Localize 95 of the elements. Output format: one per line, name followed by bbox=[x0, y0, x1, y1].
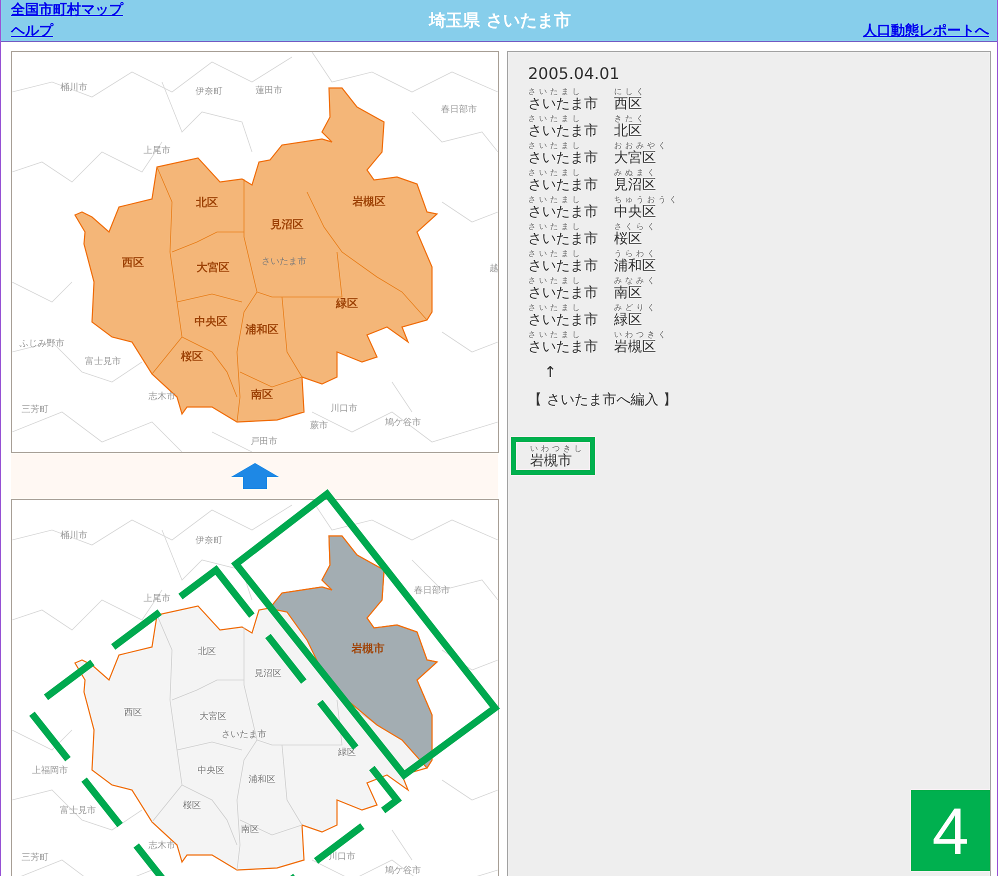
arrow-text: ↑ bbox=[544, 363, 557, 381]
reading-text: にしく bbox=[614, 87, 647, 97]
map-label: 鳩ケ谷市 bbox=[384, 418, 420, 428]
map-label: 蕨市 bbox=[310, 421, 328, 431]
map-label: 北区 bbox=[196, 196, 218, 209]
ward-name: 南区 bbox=[614, 286, 642, 301]
map-label: 浦和区 bbox=[248, 775, 275, 785]
city-name: さいたま市 bbox=[528, 124, 598, 139]
ward-name: 大宮区 bbox=[614, 151, 656, 166]
city-name: さいたま市 bbox=[528, 232, 598, 247]
map-label: 三芳町 bbox=[21, 853, 48, 863]
reading-text: さいたまし bbox=[528, 303, 583, 313]
map-label: 中央区 bbox=[197, 766, 224, 776]
map-label: 桶川市 bbox=[60, 83, 87, 93]
map-label: 見沼区 bbox=[254, 669, 281, 679]
nav-link[interactable]: 全国市町村マップ bbox=[11, 1, 123, 19]
reading-text: いわつきく bbox=[614, 330, 669, 340]
city-name: さいたま市 bbox=[528, 259, 598, 274]
map-label: 中央区 bbox=[194, 315, 227, 328]
map-label: 岩槻区 bbox=[352, 195, 385, 208]
reading-text: さいたまし bbox=[528, 249, 583, 259]
map-label: 戸田市 bbox=[250, 437, 277, 447]
map-label: 上尾市 bbox=[143, 146, 170, 156]
map-label: 大宮区 bbox=[196, 261, 229, 274]
merge-note: 【 さいたま市へ編入 】 bbox=[528, 391, 677, 409]
reading-text: おおみやく bbox=[614, 141, 669, 150]
reading-text: さくらく bbox=[614, 222, 658, 232]
city-name: さいたま市 bbox=[528, 151, 598, 166]
map-label: 桜区 bbox=[182, 801, 200, 811]
ward-name: 浦和区 bbox=[614, 259, 656, 274]
map-label: 大宮区 bbox=[199, 712, 226, 722]
map-label: 桜区 bbox=[180, 350, 202, 363]
map-label: 蓮田市 bbox=[255, 86, 282, 96]
map-label: 南区 bbox=[250, 388, 272, 401]
map-label: 上福岡市 bbox=[32, 766, 68, 776]
map-label: 富士見市 bbox=[60, 806, 96, 816]
reading-text: さいたまし bbox=[528, 141, 583, 151]
map-label: 桶川市 bbox=[60, 531, 87, 541]
city-name: さいたま市 bbox=[528, 178, 598, 193]
up-arrow-icon bbox=[230, 463, 278, 489]
reading-text: うらわく bbox=[614, 249, 658, 258]
map-label: 緑区 bbox=[336, 297, 358, 310]
map-label: 岩槻市 bbox=[351, 642, 384, 655]
map-label: 伊奈町 bbox=[195, 536, 222, 546]
date-text: 2005.04.01 bbox=[528, 64, 620, 83]
map-label: 川口市 bbox=[330, 404, 357, 414]
reading-text: さいたまし bbox=[528, 276, 583, 286]
map-label: 三芳町 bbox=[21, 405, 48, 415]
map-label: 富士見市 bbox=[84, 357, 120, 367]
map-label: 春日部市 bbox=[414, 586, 450, 596]
city-name: さいたま市 bbox=[528, 205, 598, 220]
reading-text: みなみく bbox=[614, 276, 658, 286]
map-label: さいたま市 bbox=[221, 730, 266, 740]
map-label: 南区 bbox=[240, 825, 258, 835]
ward-name: 緑区 bbox=[614, 313, 642, 328]
city-name: さいたま市 bbox=[528, 286, 598, 301]
reading-text: さいたまし bbox=[528, 330, 583, 340]
former-city-name: 岩槻市 bbox=[530, 454, 572, 469]
map-label: 志木市 bbox=[148, 841, 175, 851]
map-label: 春日部市 bbox=[440, 105, 476, 115]
ward-name: 中央区 bbox=[614, 205, 656, 220]
reading-text: ちゅうおうく bbox=[614, 195, 680, 204]
nav-link[interactable]: ヘルプ bbox=[11, 22, 53, 40]
map-label: ふじみ野市 bbox=[19, 339, 64, 349]
map-label: 西区 bbox=[122, 256, 144, 269]
map-label: さいたま市 bbox=[261, 257, 306, 267]
city-name: さいたま市 bbox=[528, 313, 598, 328]
ward-name: 見沼区 bbox=[614, 178, 656, 193]
reading-text: みぬまく bbox=[614, 168, 658, 178]
map-label: 西区 bbox=[124, 708, 142, 718]
map-label: 鳩ケ谷市 bbox=[384, 866, 420, 876]
map-label: 見沼区 bbox=[270, 218, 303, 231]
map-label: 伊奈町 bbox=[195, 87, 222, 97]
reading-text: さいたまし bbox=[528, 87, 583, 97]
report-link[interactable]: 人口動態レポートへ bbox=[863, 22, 989, 40]
map-label: 志木市 bbox=[148, 392, 175, 402]
reading-text: さいたまし bbox=[528, 222, 583, 232]
map-label: 上尾市 bbox=[143, 594, 170, 604]
ward-name: 桜区 bbox=[614, 232, 642, 247]
reading-text: きたく bbox=[614, 114, 647, 124]
page-title: 埼玉県 さいたま市 bbox=[429, 10, 571, 32]
reading-text: みどりく bbox=[614, 303, 658, 312]
city-name: さいたま市 bbox=[528, 340, 598, 355]
reading-text: さいたまし bbox=[528, 195, 583, 205]
reading-text: いわつきし bbox=[530, 444, 585, 453]
ward-name: 北区 bbox=[614, 124, 642, 139]
reading-text: さいたまし bbox=[528, 168, 583, 178]
map-label: 越 bbox=[489, 264, 498, 274]
ward-name: 西区 bbox=[614, 97, 642, 112]
map-label: 北区 bbox=[198, 647, 216, 657]
map-label: 浦和区 bbox=[245, 323, 278, 336]
ward-name: 岩槻区 bbox=[614, 340, 656, 355]
reading-text: さいたまし bbox=[528, 114, 583, 124]
step-badge: 4 bbox=[911, 790, 990, 871]
city-name: さいたま市 bbox=[528, 97, 598, 112]
